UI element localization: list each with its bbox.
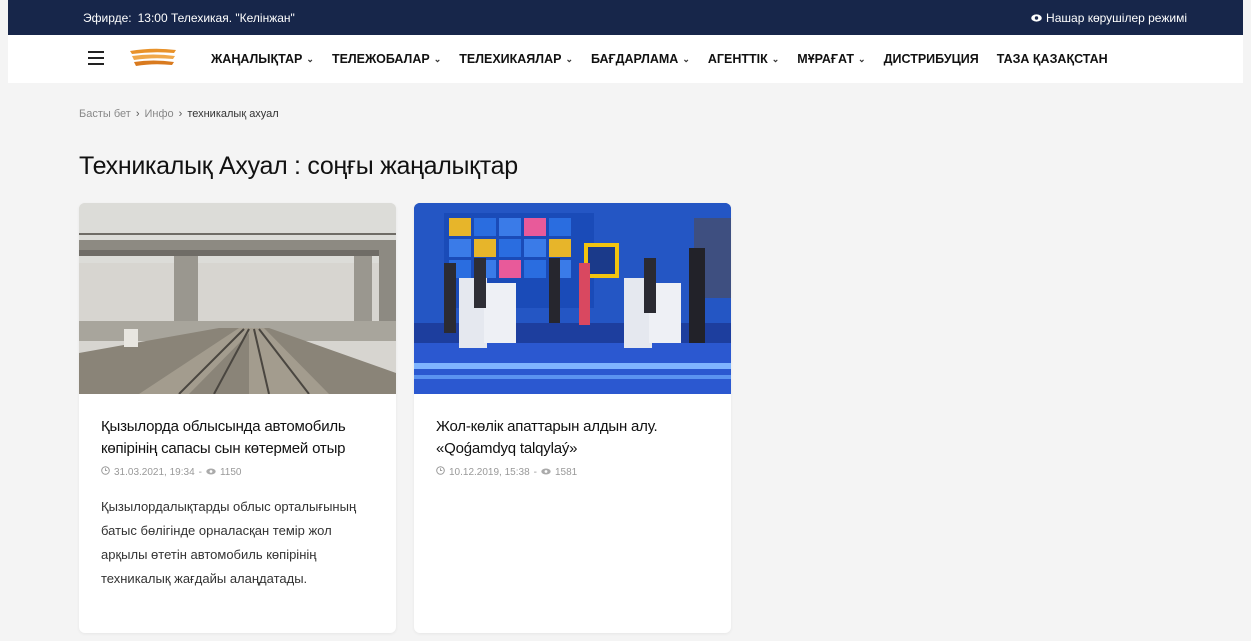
article-date: 31.03.2021, 19:34 bbox=[114, 466, 195, 478]
meta-separator: - bbox=[533, 466, 537, 478]
chevron-down-icon: ⌄ bbox=[858, 53, 866, 64]
nav-item-distribution[interactable]: ДИСТРИБУЦИЯ bbox=[884, 52, 979, 66]
eye-icon bbox=[541, 467, 551, 478]
article-card[interactable]: Жол-көлік апаттарын алдын алу. «Qoǵamdyq… bbox=[414, 203, 731, 633]
article-meta: 10.12.2019, 15:38 - 1581 bbox=[436, 466, 709, 478]
eye-icon bbox=[206, 467, 216, 478]
nav-menu: ЖАҢАЛЫҚТАР ⌄ ТЕЛЕЖОБАЛАР ⌄ ТЕЛЕХИКАЯЛАР ⌄ Б… bbox=[211, 35, 1108, 83]
article-image[interactable] bbox=[79, 203, 396, 394]
breadcrumb: Басты бет › Инфо › техникалық ахуал bbox=[79, 108, 279, 120]
main-navbar: ЖАҢАЛЫҚТАР ⌄ ТЕЛЕЖОБАЛАР ⌄ ТЕЛЕХИКАЯЛАР ⌄ Б… bbox=[8, 35, 1243, 83]
nav-item-archive[interactable]: МҰРАҒАТ ⌄ bbox=[797, 52, 865, 66]
meta-separator: - bbox=[198, 466, 202, 478]
nav-item-tv-series[interactable]: ТЕЛЕХИКАЯЛАР ⌄ bbox=[459, 52, 573, 66]
nav-item-label: ТАЗА ҚАЗАҚСТАН bbox=[996, 52, 1108, 66]
breadcrumb-home[interactable]: Басты бет bbox=[79, 108, 131, 120]
on-air-program[interactable]: 13:00 Телехикая. "Келінжан" bbox=[138, 11, 295, 25]
nav-item-label: ДИСТРИБУЦИЯ bbox=[883, 52, 979, 66]
chevron-down-icon: ⌄ bbox=[565, 53, 573, 64]
nav-item-clean-kazakhstan[interactable]: ТАЗА ҚАЗАҚСТАН bbox=[997, 52, 1108, 66]
chevron-down-icon: ⌄ bbox=[306, 53, 314, 64]
article-excerpt: Қызылордалықтарды облыс орталығының баты… bbox=[101, 499, 357, 586]
chevron-down-icon: ⌄ bbox=[771, 53, 780, 64]
article-card[interactable]: Қызылорда облысында автомобиль көпірінің… bbox=[79, 203, 396, 633]
visually-impaired-mode-label: Нашар көрушілер режимі bbox=[1046, 11, 1187, 25]
article-views: 1150 bbox=[219, 466, 242, 478]
breadcrumb-separator: › bbox=[178, 108, 183, 120]
nav-item-label: ЖАҢАЛЫҚТАР bbox=[211, 52, 303, 66]
on-air-info: Эфирде: 13:00 Телехикая. "Келінжан" bbox=[83, 11, 295, 25]
site-logo[interactable] bbox=[128, 47, 178, 69]
clock-icon bbox=[101, 466, 110, 478]
chevron-down-icon: ⌄ bbox=[682, 53, 690, 64]
clock-icon bbox=[436, 466, 445, 478]
article-body: Жол-көлік апаттарын алдын алу. «Qoǵamdyq… bbox=[414, 394, 731, 478]
nav-item-label: ТЕЛЕЖОБАЛАР bbox=[331, 52, 430, 66]
nav-item-label: БАҒДАРЛАМА bbox=[590, 52, 679, 66]
breadcrumb-separator: › bbox=[135, 108, 140, 120]
chevron-down-icon: ⌄ bbox=[433, 53, 442, 64]
top-bar: Эфирде: 13:00 Телехикая. "Келінжан" Наша… bbox=[8, 0, 1243, 35]
article-views: 1581 bbox=[554, 466, 578, 478]
hamburger-icon[interactable] bbox=[88, 51, 104, 65]
page-title: Техникалық Ахуал : соңғы жаңалықтар bbox=[79, 152, 518, 180]
on-air-label: Эфирде: bbox=[83, 11, 132, 25]
eye-icon bbox=[1031, 11, 1042, 25]
nav-item-news[interactable]: ЖАҢАЛЫҚТАР ⌄ bbox=[211, 52, 314, 66]
nav-item-agency[interactable]: АГЕНТТІК ⌄ bbox=[708, 52, 779, 66]
article-title[interactable]: Қызылорда облысында автомобиль көпірінің… bbox=[101, 416, 374, 460]
nav-item-label: ТЕЛЕХИКАЯЛАР bbox=[459, 52, 562, 66]
breadcrumb-section[interactable]: Инфо bbox=[144, 108, 173, 120]
nav-item-schedule[interactable]: БАҒДАРЛАМА ⌄ bbox=[591, 52, 690, 66]
visually-impaired-mode-link[interactable]: Нашар көрушілер режимі bbox=[1031, 11, 1187, 25]
article-image[interactable] bbox=[414, 203, 731, 394]
nav-item-tv-projects[interactable]: ТЕЛЕЖОБАЛАР ⌄ bbox=[332, 52, 441, 66]
article-date: 10.12.2019, 15:38 bbox=[449, 466, 530, 478]
article-body: Қызылорда облысында автомобиль көпірінің… bbox=[79, 394, 396, 591]
nav-item-label: МҰРАҒАТ bbox=[797, 52, 855, 66]
article-meta: 31.03.2021, 19:34 - 1150 bbox=[101, 466, 374, 478]
breadcrumb-current: техникалық ахуал bbox=[187, 108, 279, 120]
article-title[interactable]: Жол-көлік апаттарын алдын алу. «Qoǵamdyq… bbox=[436, 416, 709, 460]
nav-item-label: АГЕНТТІК bbox=[707, 52, 768, 66]
